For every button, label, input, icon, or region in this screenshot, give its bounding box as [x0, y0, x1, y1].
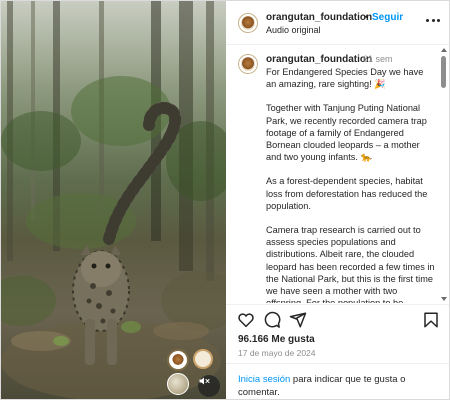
- caption-section: orangutan_foundation 61 sem For Endanger…: [226, 46, 449, 303]
- post-side-panel: orangutan_foundation • Seguir Audio orig…: [226, 1, 449, 399]
- heart-icon[interactable]: [237, 311, 255, 329]
- caption-username[interactable]: orangutan_foundation: [266, 54, 372, 65]
- leopard-head: [81, 251, 121, 287]
- post-video[interactable]: [1, 1, 226, 399]
- caption-paragraph: For Endangered Species Day we have an am…: [266, 67, 424, 90]
- volume-muted-icon[interactable]: [198, 375, 220, 397]
- audio-label[interactable]: Audio original: [266, 25, 321, 35]
- header-separator: •: [365, 12, 369, 23]
- likes-count[interactable]: 96.166 Me gusta: [238, 334, 315, 345]
- foundation-logo-icon: [167, 349, 189, 371]
- partner-logo-icon: [193, 349, 213, 369]
- caption-scrollbar[interactable]: [441, 48, 447, 303]
- caption-avatar[interactable]: [238, 54, 258, 74]
- comment-icon[interactable]: [263, 311, 281, 329]
- caption-paragraph: As a forest-dependent species, habitat l…: [266, 176, 428, 211]
- scroll-thumb[interactable]: [441, 56, 446, 88]
- avatar[interactable]: [238, 13, 258, 33]
- forest-scene: [1, 1, 226, 399]
- caption-paragraph: Together with Tanjung Puting National Pa…: [266, 103, 427, 163]
- instagram-post: orangutan_foundation • Seguir Audio orig…: [0, 0, 450, 400]
- more-options-icon[interactable]: [426, 13, 440, 27]
- follow-button[interactable]: Seguir: [372, 12, 403, 23]
- header-username[interactable]: orangutan_foundation: [266, 12, 372, 23]
- login-link[interactable]: Inicia sesión: [238, 374, 290, 385]
- scroll-down-icon[interactable]: [441, 297, 447, 301]
- caption-paragraph: Camera trap research is carried out to a…: [266, 225, 435, 303]
- login-footer: Inicia sesión para indicar que te gusta …: [226, 363, 449, 399]
- post-header: orangutan_foundation • Seguir Audio orig…: [226, 1, 449, 45]
- share-icon[interactable]: [289, 311, 307, 329]
- action-bar: [226, 304, 449, 334]
- caption-timestamp[interactable]: 61 sem: [363, 54, 393, 64]
- post-date[interactable]: 17 de mayo de 2024: [238, 348, 316, 358]
- caption-text: For Endangered Species Day we have an am…: [266, 66, 436, 303]
- bookmark-icon[interactable]: [422, 311, 440, 329]
- audio-thumbnail-icon[interactable]: [167, 373, 189, 395]
- login-prompt: Inicia sesión para indicar que te gusta …: [238, 373, 438, 399]
- scroll-up-icon[interactable]: [441, 48, 447, 52]
